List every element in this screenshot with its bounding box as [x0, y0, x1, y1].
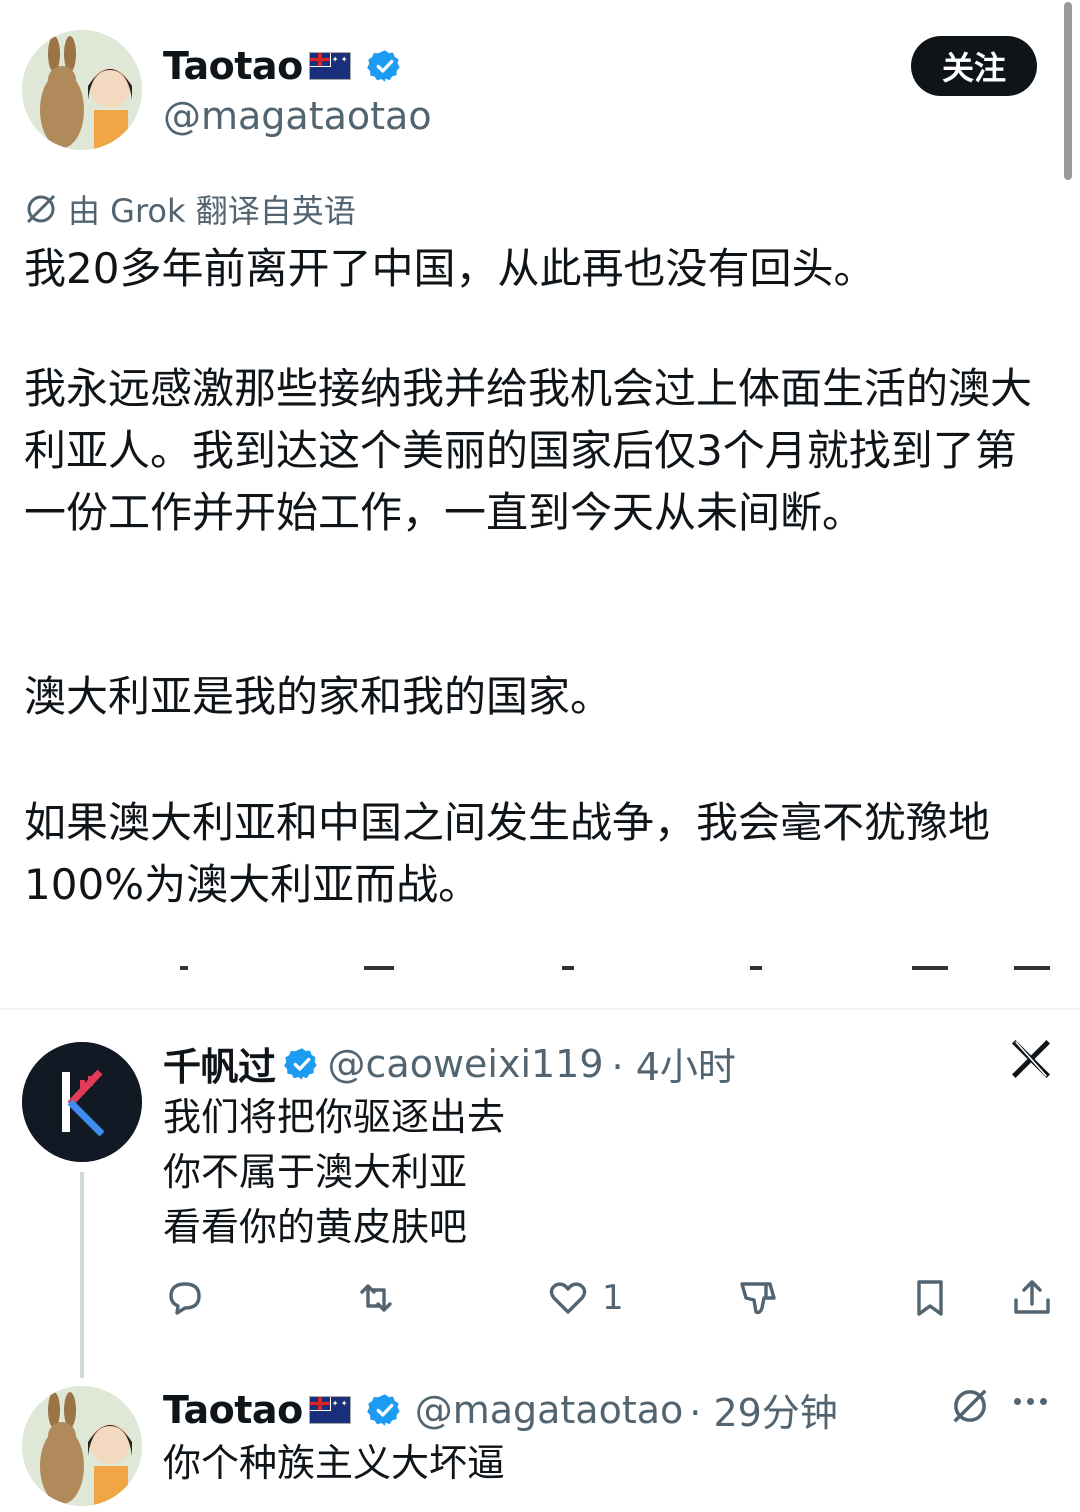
avatar[interactable] — [22, 30, 142, 150]
x-logo-icon — [1011, 1039, 1051, 1079]
heart-icon — [549, 1282, 587, 1314]
follow-button[interactable]: 关注 — [911, 36, 1037, 96]
avatar-image — [22, 30, 142, 150]
scrollbar[interactable] — [1064, 2, 1072, 180]
australia-flag-icon — [308, 52, 351, 80]
thread-line — [80, 1172, 84, 1378]
reply-avatar[interactable] — [22, 1042, 142, 1162]
author-handle[interactable]: @magataotao — [163, 94, 432, 138]
translation-label: 由 Grok 翻译自英语 — [68, 192, 356, 230]
reply-author-handle[interactable]: @caoweixi119 — [328, 1042, 604, 1086]
grok-icon[interactable] — [950, 1386, 990, 1426]
reply-line-2: 你不属于澳大利亚 — [163, 1150, 468, 1194]
reply-author-name[interactable]: 千帆过 — [163, 1036, 276, 1091]
verified-badge-icon — [283, 1047, 317, 1080]
more-options-icon[interactable] — [1014, 1398, 1047, 1405]
reply2-text: 你个种族主义大坏逼 — [163, 1441, 506, 1485]
like-button[interactable]: 1 — [546, 1276, 624, 1320]
bookmark-button[interactable] — [908, 1276, 952, 1320]
reply2-author-name[interactable]: Taotao — [163, 1388, 303, 1432]
tweet-paragraph-4: 如果澳大利亚和中国之间发生战争，我会毫不犹豫地100%为澳大利亚而战。 — [24, 798, 991, 909]
cropped-action-row — [0, 964, 1080, 972]
tweet-paragraph-3: 澳大利亚是我的家和我的国家。 — [24, 672, 613, 721]
grok-icon — [26, 194, 56, 224]
reply-time[interactable]: · 4小时 — [612, 1036, 736, 1091]
verified-badge-icon — [366, 50, 400, 82]
comment-icon — [169, 1282, 201, 1315]
reply-line-3: 看看你的黄皮肤吧 — [163, 1205, 468, 1249]
divider — [0, 1008, 1080, 1010]
retweet-icon — [360, 1284, 392, 1312]
share-button[interactable] — [1010, 1276, 1054, 1320]
translation-note[interactable]: 由 Grok 翻译自英语 — [24, 186, 356, 232]
tweet-paragraph-1: 我20多年前离开了中国，从此再也没有回头。 — [24, 244, 876, 293]
australia-flag-icon — [308, 1395, 351, 1424]
reply2-author-handle[interactable]: @magataotao — [415, 1388, 684, 1432]
reply2-time[interactable]: · 29分钟 — [689, 1382, 838, 1437]
verified-badge-icon — [366, 1393, 400, 1426]
like-count: 1 — [602, 1278, 624, 1318]
reply-line-1: 我们将把你驱逐出去 — [163, 1095, 506, 1139]
dislike-button[interactable] — [736, 1276, 780, 1320]
bookmark-icon — [917, 1280, 943, 1316]
share-icon — [1014, 1280, 1050, 1314]
reply-button[interactable] — [163, 1276, 207, 1320]
author-name[interactable]: Taotao — [163, 44, 303, 88]
k-logo-icon — [22, 1042, 142, 1162]
retweet-button[interactable] — [354, 1276, 398, 1320]
avatar-image — [22, 1386, 142, 1506]
reply2-avatar[interactable] — [22, 1386, 142, 1506]
thumbs-down-icon — [740, 1282, 776, 1315]
tweet-paragraph-2: 我永远感激那些接纳我并给我机会过上体面生活的澳大利亚人。我到达这个美丽的国家后仅… — [24, 364, 1033, 537]
